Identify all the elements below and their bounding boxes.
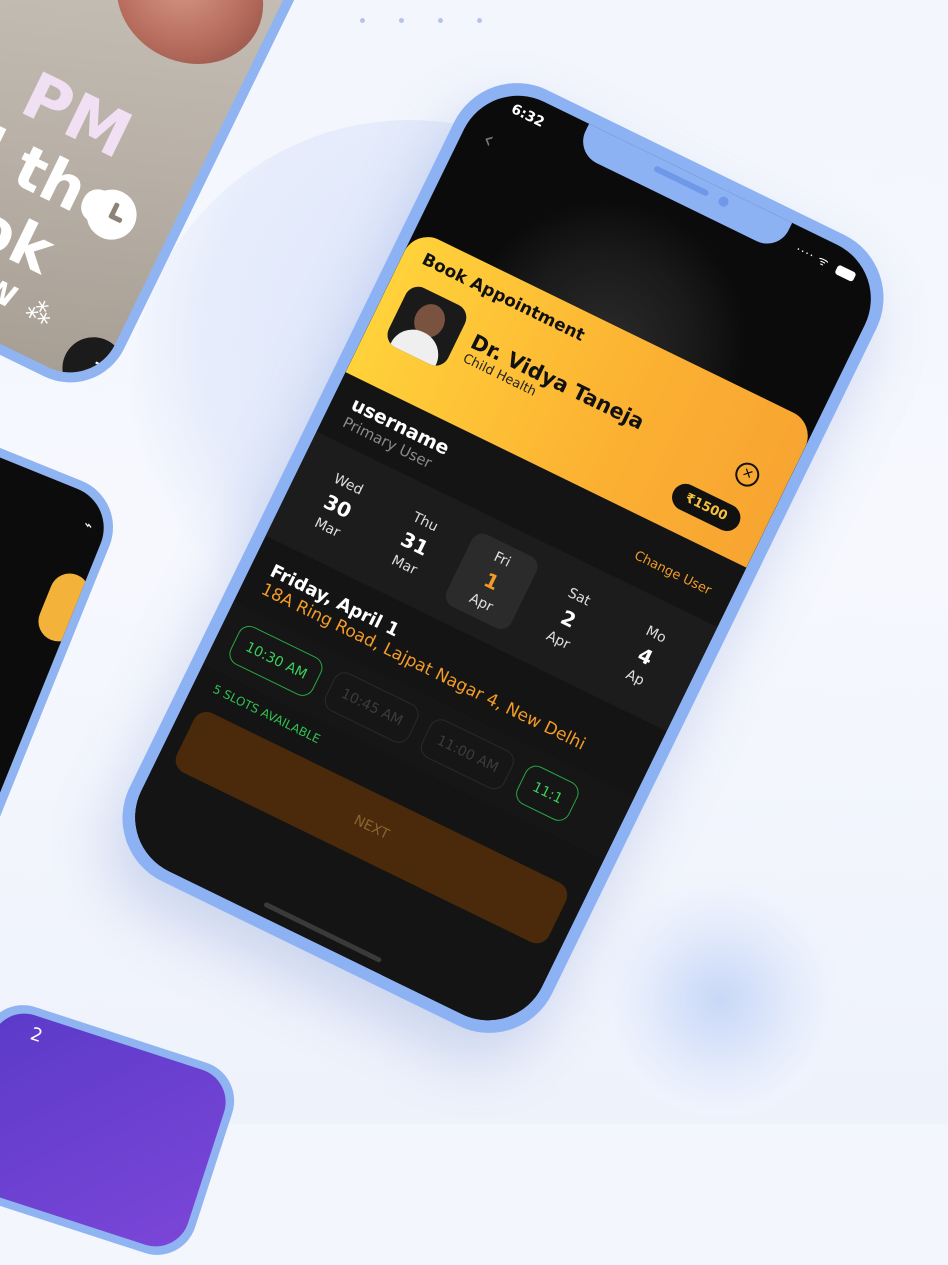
status-icons: ···· ᯤ [793, 240, 859, 284]
wifi-icon: ···· ᯤ [793, 242, 833, 271]
status-icon: ⌁ [81, 516, 96, 535]
arrow-up-right-button[interactable]: ↗ [51, 326, 135, 390]
arrow-icon: ↗ [77, 349, 110, 387]
promo-photo [94, 0, 286, 89]
date-option-fri-1[interactable]: Fri 1 Apr [441, 529, 542, 634]
date-option-thu-31[interactable]: Thu 31 Mar [365, 492, 464, 595]
accent-shape [32, 567, 96, 648]
back-chevron-icon[interactable]: ‹ [478, 125, 499, 154]
battery-icon [834, 263, 857, 282]
date-option-sat-2[interactable]: Sat 2 Apr [519, 567, 618, 670]
sparkle-icon: ⁂ [20, 293, 58, 333]
secondary-screen: ⌁ [0, 402, 117, 878]
decorative-dots [360, 18, 482, 23]
secondary-phone-card: ⌁ [0, 390, 129, 890]
tertiary-phone-card: 2 [0, 994, 245, 1265]
date-option-mon-4[interactable]: Mo 4 Ap [596, 605, 695, 708]
date-option-wed-30[interactable]: Wed 30 Mar [288, 455, 387, 558]
tertiary-screen: 2 [0, 1004, 235, 1256]
tertiary-card-text: 2 [27, 1023, 46, 1048]
doctor-avatar [382, 282, 472, 371]
status-time: 6:32 [508, 101, 547, 131]
decorative-ripple [600, 880, 840, 1120]
home-indicator [263, 901, 383, 964]
time-slot-1115[interactable]: 11:1 [512, 761, 583, 825]
